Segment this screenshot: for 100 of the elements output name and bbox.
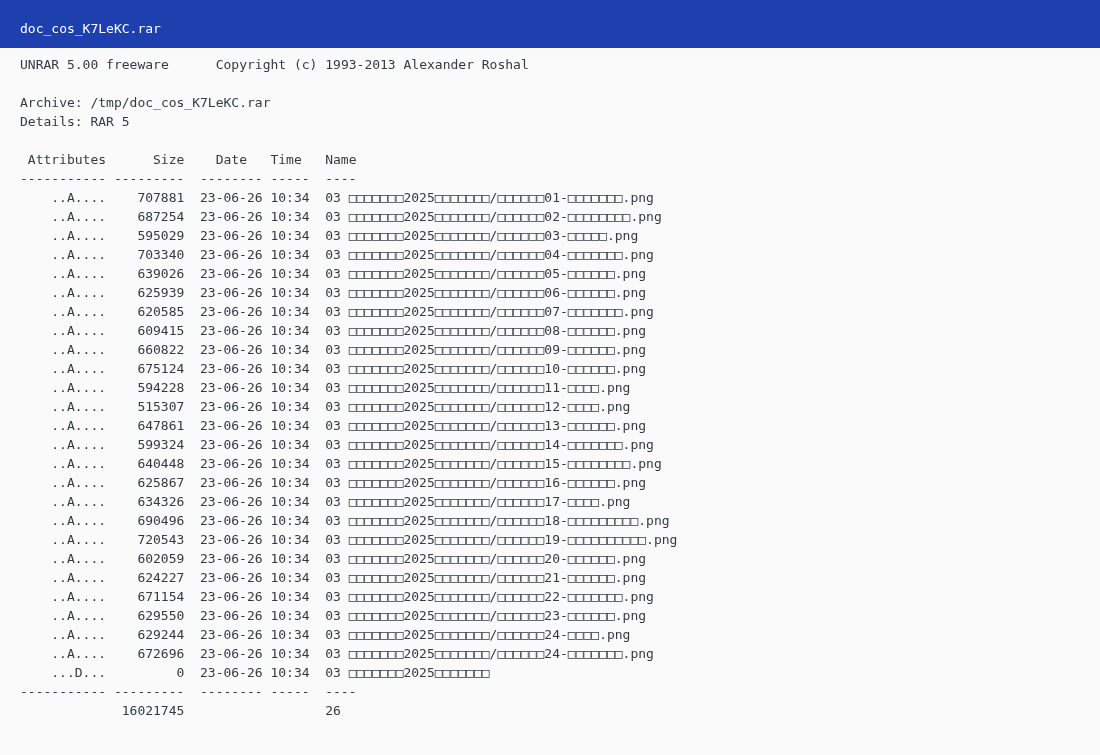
- filename-cell-text: 03 □□□□□□□2025□□□□□□□/□□□□□□08-□□□□□□.png: [325, 322, 647, 340]
- time-cell-text: 10:34: [270, 189, 310, 207]
- size-cell-text: 720543: [137, 531, 185, 549]
- filename-cell-text: 03 □□□□□□□2025□□□□□□□/□□□□□□16-□□□□□□.png: [325, 474, 647, 492]
- time-cell-text: 10:34: [270, 645, 310, 663]
- date-cell-text: 23-06-26: [200, 398, 263, 416]
- date-cell-text: 23-06-26: [200, 455, 263, 473]
- date-cell-text: 23-06-26: [200, 626, 263, 644]
- attributes-cell-text: ..A....: [51, 341, 107, 359]
- attributes-cell-text: ..A....: [51, 246, 107, 264]
- filename-cell-text: 03 □□□□□□□2025□□□□□□□/□□□□□□02-□□□□□□□□.png: [325, 208, 662, 226]
- filename-cell-text: 03 □□□□□□□2025□□□□□□□/□□□□□□19-□□□□□□□□□□.png: [325, 531, 678, 549]
- filename-cell-text: 03 □□□□□□□2025□□□□□□□/□□□□□□20-□□□□□□.png: [325, 550, 647, 568]
- attributes-cell-text: ..A....: [51, 379, 107, 397]
- dashed-separator: -----------: [20, 170, 107, 188]
- dashed-separator: -----: [270, 170, 310, 188]
- time-cell-text: 10:34: [270, 417, 310, 435]
- time-cell-text: 10:34: [270, 436, 310, 454]
- dashed-separator: --------: [200, 683, 263, 701]
- time-cell-text: 10:34: [270, 265, 310, 283]
- date-cell-text: 23-06-26: [200, 474, 263, 492]
- size-cell-text: 602059: [137, 550, 185, 568]
- date-cell-text: 23-06-26: [200, 303, 263, 321]
- time-cell-text: 10:34: [270, 455, 310, 473]
- size-cell-text: 599324: [137, 436, 185, 454]
- filename-cell-text: 03 □□□□□□□2025□□□□□□□/□□□□□□07-□□□□□□□.png: [325, 303, 654, 321]
- time-cell-text: 10:34: [270, 208, 310, 226]
- column-header: Attributes: [27, 151, 107, 169]
- attributes-cell-text: ..A....: [51, 360, 107, 378]
- time-cell-text: 10:34: [270, 379, 310, 397]
- attributes-cell-text: ..A....: [51, 550, 107, 568]
- attributes-cell-text: ..A....: [51, 398, 107, 416]
- column-header: Size: [153, 151, 185, 169]
- time-cell-text: 10:34: [270, 588, 310, 606]
- filename-cell-text: 03 □□□□□□□2025□□□□□□□/□□□□□□14-□□□□□□□.png: [325, 436, 654, 454]
- time-cell-text: 10:34: [270, 512, 310, 530]
- time-cell-text: 10:34: [270, 341, 310, 359]
- date-cell-text: 23-06-26: [200, 208, 263, 226]
- size-cell-text: 672696: [137, 645, 185, 663]
- size-cell-text: 624227: [137, 569, 185, 587]
- attributes-cell-text: ...D...: [51, 664, 107, 682]
- date-cell-text: 23-06-26: [200, 607, 263, 625]
- date-cell-text: 23-06-26: [200, 645, 263, 663]
- size-cell-text: 609415: [137, 322, 185, 340]
- date-cell-text: 23-06-26: [200, 417, 263, 435]
- program-version-text: UNRAR 5.00 freeware: [20, 56, 169, 74]
- attributes-cell-text: ..A....: [51, 265, 107, 283]
- attributes-cell-text: ..A....: [51, 493, 107, 511]
- filename-cell-text: 03 □□□□□□□2025□□□□□□□/□□□□□□04-□□□□□□□.png: [325, 246, 654, 264]
- size-cell-text: 634326: [137, 493, 185, 511]
- date-cell-text: 23-06-26: [200, 550, 263, 568]
- filename-cell-text: 03 □□□□□□□2025□□□□□□□/□□□□□□01-□□□□□□□.png: [325, 189, 654, 207]
- attributes-cell-text: ..A....: [51, 607, 107, 625]
- attributes-cell-text: ..A....: [51, 474, 107, 492]
- size-cell-text: 595029: [137, 227, 185, 245]
- time-cell-text: 10:34: [270, 531, 310, 549]
- time-cell-text: 10:34: [270, 626, 310, 644]
- time-cell-text: 10:34: [270, 607, 310, 625]
- date-cell-text: 23-06-26: [200, 227, 263, 245]
- size-cell-text: 639026: [137, 265, 185, 283]
- date-cell-text: 23-06-26: [200, 246, 263, 264]
- date-cell-text: 23-06-26: [200, 531, 263, 549]
- date-cell-text: 23-06-26: [200, 341, 263, 359]
- column-header: Name: [325, 151, 357, 169]
- size-cell-text: 671154: [137, 588, 185, 606]
- filename-cell-text: 03 □□□□□□□2025□□□□□□□/□□□□□□10-□□□□□□.png: [325, 360, 647, 378]
- size-cell-text: 625939: [137, 284, 185, 302]
- filename-cell-text: 03 □□□□□□□2025□□□□□□□/□□□□□□21-□□□□□□.png: [325, 569, 647, 587]
- size-cell-text: 647861: [137, 417, 185, 435]
- date-cell-text: 23-06-26: [200, 588, 263, 606]
- filename-cell-text: 03 □□□□□□□2025□□□□□□□/□□□□□□05-□□□□□□.png: [325, 265, 647, 283]
- attributes-cell-text: ..A....: [51, 322, 107, 340]
- size-cell-text: 629550: [137, 607, 185, 625]
- size-cell-text: 707881: [137, 189, 185, 207]
- dashed-separator: -----------: [20, 683, 107, 701]
- attributes-cell-text: ..A....: [51, 588, 107, 606]
- filename-cell-text: 03 □□□□□□□2025□□□□□□□/□□□□□□03-□□□□□.png: [325, 227, 639, 245]
- size-cell-text: 629244: [137, 626, 185, 644]
- size-cell-text: 0: [176, 664, 185, 682]
- attributes-cell-text: ..A....: [51, 208, 107, 226]
- size-cell-text: 675124: [137, 360, 185, 378]
- date-cell-text: 23-06-26: [200, 436, 263, 454]
- column-header: Date: [215, 151, 247, 169]
- filename-cell-text: 03 □□□□□□□2025□□□□□□□/□□□□□□06-□□□□□□.png: [325, 284, 647, 302]
- date-cell-text: 23-06-26: [200, 322, 263, 340]
- filename-cell-text: 03 □□□□□□□2025□□□□□□□/□□□□□□24-□□□□.png: [325, 626, 631, 644]
- filename-cell-text: 03 □□□□□□□2025□□□□□□□: [325, 664, 490, 682]
- column-header: Time: [270, 151, 302, 169]
- date-cell-text: 23-06-26: [200, 189, 263, 207]
- attributes-cell-text: ..A....: [51, 284, 107, 302]
- time-cell-text: 10:34: [270, 303, 310, 321]
- filename-cell-text: 03 □□□□□□□2025□□□□□□□/□□□□□□24-□□□□□□□.png: [325, 645, 654, 663]
- archive-details-text: Details: RAR 5: [20, 113, 130, 131]
- size-cell-text: 625867: [137, 474, 185, 492]
- filename-cell-text: 03 □□□□□□□2025□□□□□□□/□□□□□□12-□□□□.png: [325, 398, 631, 416]
- dashed-separator: ----: [325, 170, 357, 188]
- filename-cell-text: 03 □□□□□□□2025□□□□□□□/□□□□□□17-□□□□.png: [325, 493, 631, 511]
- attributes-cell-text: ..A....: [51, 303, 107, 321]
- time-cell-text: 10:34: [270, 474, 310, 492]
- date-cell-text: 23-06-26: [200, 379, 263, 397]
